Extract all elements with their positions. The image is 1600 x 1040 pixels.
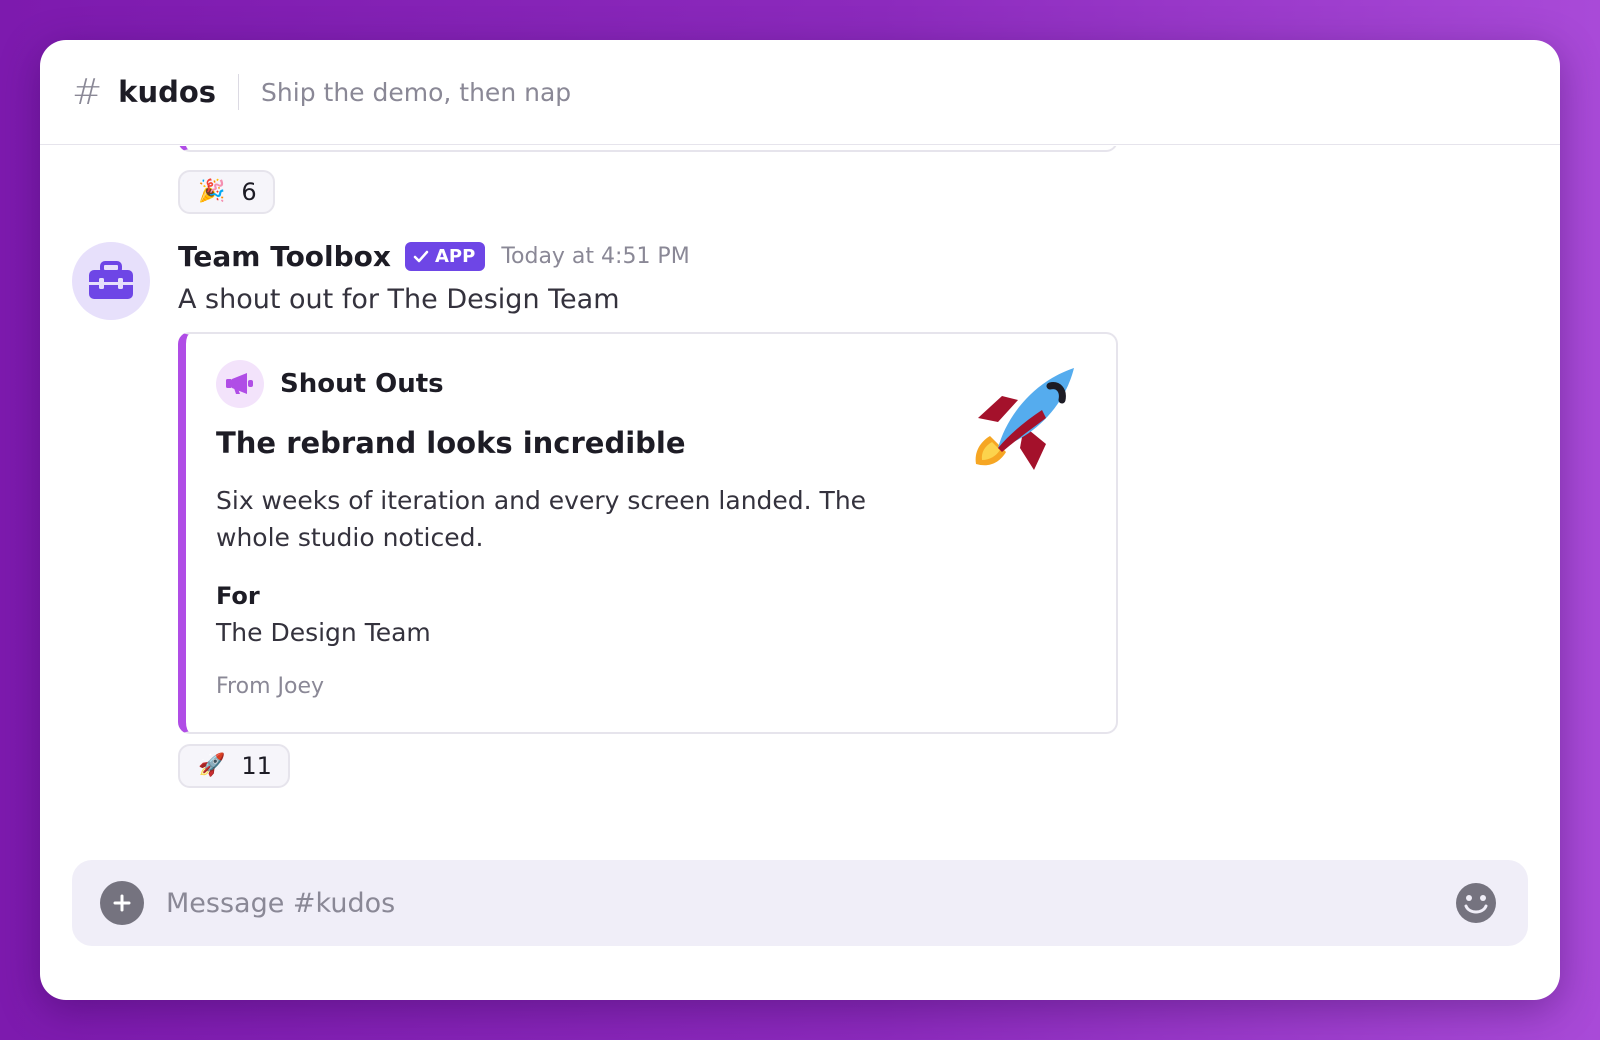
card-body: Six weeks of iteration and every screen … bbox=[216, 486, 867, 552]
previous-message-card bbox=[178, 146, 1118, 152]
avatar[interactable] bbox=[72, 242, 150, 320]
checkmark-icon bbox=[413, 250, 429, 262]
card-app-name: Shout Outs bbox=[280, 369, 444, 399]
message-text: A shout out for The Design Team bbox=[178, 284, 620, 315]
reaction-count: 11 bbox=[241, 752, 272, 780]
chat-window: # kudos Ship the demo, then nap 🎉 6 Team… bbox=[40, 40, 1560, 1000]
app-badge-label: APP bbox=[434, 246, 476, 267]
reaction-count: 6 bbox=[241, 178, 257, 206]
card-from: From Joey bbox=[216, 674, 325, 699]
app-badge: APP bbox=[404, 242, 486, 271]
channel-header: # kudos Ship the demo, then nap bbox=[40, 40, 1560, 145]
channel-hash-icon: # bbox=[72, 71, 103, 113]
message-input[interactable] bbox=[164, 872, 1454, 934]
channel-name[interactable]: kudos bbox=[118, 75, 216, 109]
channel-topic[interactable]: Ship the demo, then nap bbox=[261, 78, 571, 107]
card-app-header: Shout Outs bbox=[216, 360, 444, 408]
card-for-label: For bbox=[216, 582, 260, 610]
header-divider bbox=[238, 74, 240, 110]
card-for-value: The Design Team bbox=[216, 618, 431, 647]
toolbox-icon bbox=[89, 261, 133, 299]
message-timestamp[interactable]: Today at 4:51 PM bbox=[501, 244, 689, 269]
plus-icon bbox=[113, 894, 131, 912]
sender-name[interactable]: Team Toolbox bbox=[178, 240, 391, 273]
megaphone-icon bbox=[216, 360, 264, 408]
smiley-icon[interactable] bbox=[1454, 881, 1498, 925]
party-popper-icon: 🎉 bbox=[198, 179, 226, 204]
add-attachment-button[interactable] bbox=[100, 881, 144, 925]
shout-out-card: Shout Outs The rebrand looks incredible … bbox=[178, 332, 1118, 734]
reaction-rocket[interactable]: 🚀 11 bbox=[178, 744, 290, 788]
card-title: The rebrand looks incredible bbox=[216, 426, 686, 460]
message-list[interactable]: 🎉 6 Team Toolbox APP Today at 4:51 PM A bbox=[40, 146, 1560, 846]
message-composer bbox=[72, 860, 1528, 946]
rocket-reaction-icon: 🚀 bbox=[198, 753, 226, 778]
message-meta: Team Toolbox APP Today at 4:51 PM bbox=[178, 240, 690, 273]
reaction-party[interactable]: 🎉 6 bbox=[178, 170, 275, 214]
rocket-icon bbox=[975, 368, 1074, 470]
